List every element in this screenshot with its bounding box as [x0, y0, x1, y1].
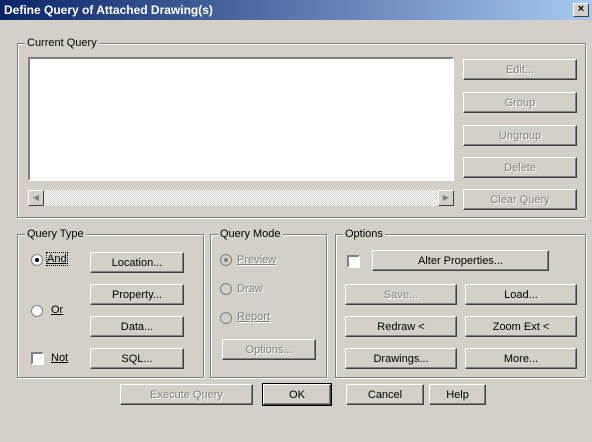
ok-button[interactable]: OK: [262, 383, 332, 406]
not-checkbox[interactable]: [31, 352, 44, 365]
zoom-ext-button[interactable]: Zoom Ext <: [465, 316, 577, 337]
close-button[interactable]: ×: [573, 3, 589, 17]
draw-radio[interactable]: [220, 283, 232, 295]
location-button[interactable]: Location...: [90, 252, 184, 273]
not-label: Not: [51, 352, 69, 364]
delete-button[interactable]: Delete: [463, 157, 577, 178]
and-label: And: [46, 252, 68, 266]
alter-properties-checkbox[interactable]: [347, 255, 360, 268]
window-title: Define Query of Attached Drawing(s): [4, 3, 213, 17]
or-radio[interactable]: [31, 305, 43, 317]
close-icon: ×: [577, 3, 585, 15]
execute-query-button[interactable]: Execute Query: [120, 384, 253, 405]
draw-label: Draw: [237, 283, 263, 295]
cancel-button[interactable]: Cancel: [346, 384, 424, 405]
preview-radio[interactable]: [220, 254, 232, 266]
property-button[interactable]: Property...: [90, 284, 184, 305]
redraw-button[interactable]: Redraw <: [345, 316, 457, 337]
scroll-right-icon: ▶: [442, 193, 450, 202]
query-type-label: Query Type: [25, 228, 86, 240]
help-button[interactable]: Help: [429, 384, 486, 405]
options-label: Options: [343, 228, 385, 240]
query-mode-options-button[interactable]: Options...: [222, 339, 316, 360]
query-mode-label: Query Mode: [218, 228, 283, 240]
drawings-button[interactable]: Drawings...: [345, 348, 457, 369]
save-button[interactable]: Save...: [345, 284, 457, 305]
scroll-right-button[interactable]: ▶: [438, 190, 454, 206]
data-button[interactable]: Data...: [90, 316, 184, 337]
clear-query-button[interactable]: Clear Query: [463, 189, 577, 210]
load-button[interactable]: Load...: [465, 284, 577, 305]
sql-button[interactable]: SQL...: [90, 348, 184, 369]
report-radio[interactable]: [220, 312, 232, 324]
more-button[interactable]: More...: [465, 348, 577, 369]
scroll-left-icon: ◀: [32, 193, 40, 202]
current-query-list[interactable]: [28, 57, 454, 181]
report-label: Report: [237, 311, 271, 323]
current-query-label: Current Query: [25, 37, 99, 49]
query-horizontal-scrollbar[interactable]: ◀ ▶: [28, 190, 454, 206]
ungroup-button[interactable]: Ungroup: [463, 125, 577, 146]
and-radio[interactable]: [31, 254, 43, 266]
group-button[interactable]: Group: [463, 92, 577, 113]
or-label: Or: [51, 304, 64, 316]
edit-button[interactable]: Edit...: [463, 59, 577, 80]
alter-properties-button[interactable]: Alter Properties...: [372, 250, 549, 271]
preview-label: Preview: [237, 254, 277, 266]
scroll-left-button[interactable]: ◀: [28, 190, 44, 206]
title-bar: Define Query of Attached Drawing(s) ×: [0, 0, 592, 20]
